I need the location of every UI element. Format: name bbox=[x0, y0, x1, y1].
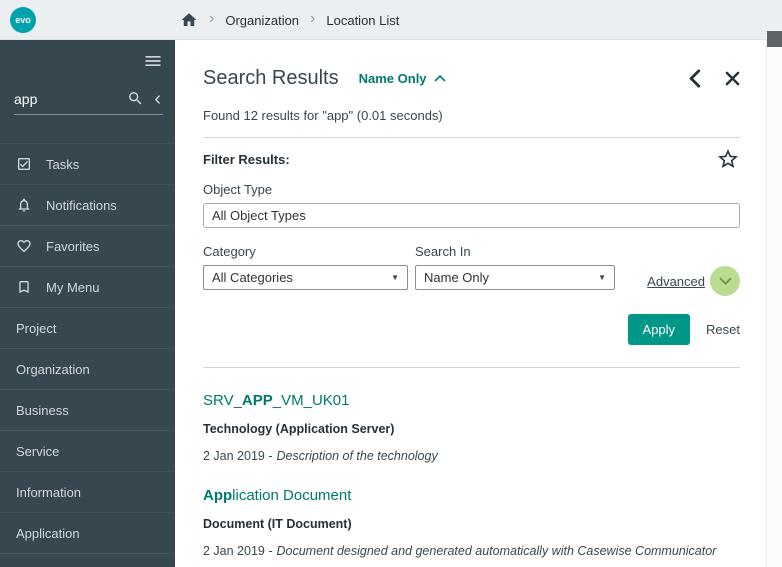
result-title-highlight: App bbox=[203, 487, 233, 504]
search-result: SRV_APP_VM_UK01 Technology (Application … bbox=[203, 392, 740, 463]
result-title-highlight: APP bbox=[241, 392, 273, 409]
divider bbox=[203, 367, 740, 368]
sidebar-item-label: Tasks bbox=[46, 156, 80, 172]
sidebar-item-service[interactable]: Service bbox=[0, 431, 175, 472]
sidebar-item-application[interactable]: Application bbox=[0, 513, 175, 554]
result-description: 2 Jan 2019 - Description of the technolog… bbox=[203, 449, 740, 463]
chevron-right-icon: › bbox=[209, 10, 215, 27]
result-date: 2 Jan 2019 - bbox=[203, 449, 273, 463]
scrollbar[interactable] bbox=[766, 31, 782, 567]
sidebar-item-label: Application bbox=[16, 525, 80, 541]
page-title: Search Results bbox=[203, 66, 339, 89]
divider bbox=[203, 137, 740, 138]
sidebar-item-information[interactable]: Information bbox=[0, 472, 175, 513]
reset-button[interactable]: Reset bbox=[706, 322, 740, 337]
sidebar-item-label: My Menu bbox=[46, 279, 100, 295]
dropdown-arrow-icon: ▼ bbox=[391, 273, 399, 282]
search-result: Application Document Document (IT Docume… bbox=[203, 487, 740, 558]
sidebar-menu: Tasks Notifications Favorites My Menu Pr… bbox=[0, 143, 175, 554]
top-header: evo › Organization › Location List bbox=[0, 0, 782, 40]
sidebar-item-business[interactable]: Business bbox=[0, 390, 175, 431]
category-select-value: All Categories bbox=[212, 270, 293, 285]
object-type-label: Object Type bbox=[203, 182, 273, 197]
sidebar-item-label: Business bbox=[16, 402, 69, 418]
result-date: 2 Jan 2019 - bbox=[203, 544, 273, 558]
search-mode-label: Name Only bbox=[358, 70, 427, 86]
result-title-text: _VM_UK01 bbox=[272, 392, 350, 409]
category-select[interactable]: All Categories ▼ bbox=[203, 265, 408, 290]
chevron-up-icon bbox=[433, 74, 446, 82]
sidebar-item-organization[interactable]: Organization bbox=[0, 349, 175, 390]
advanced-link[interactable]: Advanced bbox=[647, 274, 705, 289]
advanced-expand-button[interactable] bbox=[710, 266, 740, 296]
search-mode-toggle[interactable]: Name Only bbox=[359, 71, 446, 86]
menu-hamburger-icon[interactable] bbox=[143, 51, 163, 71]
evo-logo[interactable]: evo bbox=[10, 7, 36, 33]
sidebar-item-favorites[interactable]: Favorites bbox=[0, 226, 175, 267]
bookmark-icon bbox=[16, 279, 32, 295]
result-description: 2 Jan 2019 - Document designed and genera… bbox=[203, 544, 740, 558]
bell-icon bbox=[16, 197, 32, 213]
result-type: Document (IT Document) bbox=[203, 517, 352, 531]
breadcrumb-organization[interactable]: Organization bbox=[225, 13, 299, 28]
result-description-text: Description of the technology bbox=[276, 449, 438, 463]
sidebar-item-my-menu[interactable]: My Menu bbox=[0, 267, 175, 308]
tasks-icon bbox=[16, 156, 32, 172]
sidebar-item-project[interactable]: Project bbox=[0, 308, 175, 349]
back-icon[interactable] bbox=[687, 68, 701, 88]
search-in-select-value: Name Only bbox=[424, 270, 490, 285]
dropdown-arrow-icon: ▼ bbox=[598, 273, 606, 282]
sidebar-item-label: Service bbox=[16, 443, 60, 459]
sidebar-item-tasks[interactable]: Tasks bbox=[0, 144, 175, 185]
sidebar-search-input[interactable] bbox=[14, 90, 128, 107]
scrollbar-thumb[interactable] bbox=[767, 31, 782, 47]
search-icon[interactable] bbox=[127, 90, 144, 107]
search-results-panel: Search Results Name Only Found 12 result… bbox=[175, 40, 766, 567]
home-icon[interactable] bbox=[180, 11, 198, 29]
breadcrumb: › Organization › Location List bbox=[180, 0, 399, 40]
sidebar-search: ‹ bbox=[14, 89, 163, 115]
chevron-down-icon bbox=[718, 277, 732, 285]
close-icon[interactable] bbox=[725, 71, 740, 86]
result-description-text: Document designed and generated automati… bbox=[276, 544, 717, 558]
favorite-star-icon[interactable] bbox=[716, 147, 740, 171]
app-window: evo › Organization › Location List ‹ bbox=[0, 0, 782, 567]
object-type-input[interactable] bbox=[203, 203, 740, 228]
category-label: Category bbox=[203, 244, 256, 259]
sidebar: ‹ Tasks Notifications Favorites bbox=[0, 40, 175, 567]
result-type: Technology (Application Server) bbox=[203, 422, 395, 436]
results-summary: Found 12 results for "app" (0.01 seconds… bbox=[203, 108, 443, 123]
sidebar-item-label: Notifications bbox=[46, 197, 117, 213]
heart-icon bbox=[16, 238, 32, 254]
breadcrumb-location-list[interactable]: Location List bbox=[326, 13, 399, 28]
result-title-text: SRV_ bbox=[203, 392, 242, 409]
chevron-right-icon: › bbox=[310, 10, 316, 27]
result-title-link[interactable]: Application Document bbox=[203, 487, 740, 504]
result-title-text: lication Document bbox=[232, 487, 352, 504]
sidebar-item-label: Project bbox=[16, 320, 57, 336]
filter-results-heading: Filter Results: bbox=[203, 151, 290, 167]
search-in-label: Search In bbox=[415, 244, 471, 259]
sidebar-item-label: Information bbox=[16, 484, 82, 500]
sidebar-item-notifications[interactable]: Notifications bbox=[0, 185, 175, 226]
collapse-search-chevron-left-icon[interactable]: ‹ bbox=[152, 89, 163, 109]
apply-button[interactable]: Apply bbox=[627, 314, 691, 345]
sidebar-item-label: Favorites bbox=[46, 238, 100, 254]
sidebar-item-label: Organization bbox=[16, 361, 90, 377]
result-title-link[interactable]: SRV_APP_VM_UK01 bbox=[203, 392, 740, 409]
search-in-select[interactable]: Name Only ▼ bbox=[415, 265, 615, 290]
